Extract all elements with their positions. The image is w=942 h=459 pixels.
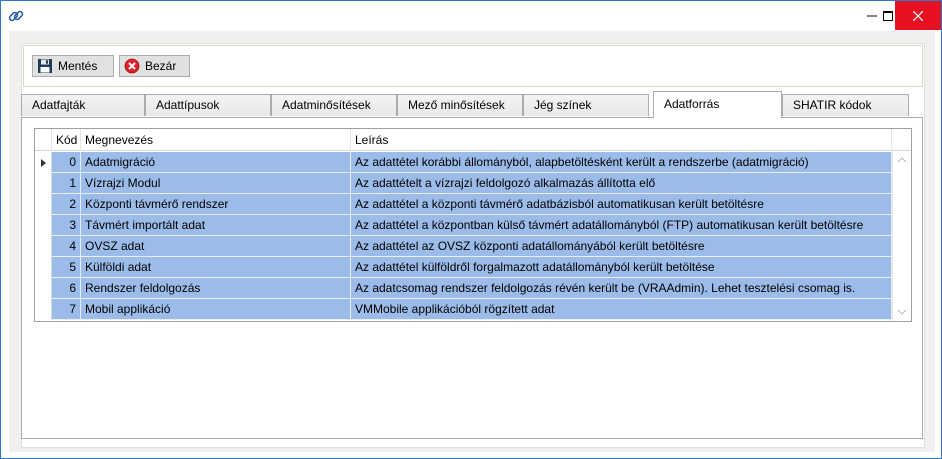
close-button[interactable]: Bezár	[119, 55, 190, 77]
cell-kod[interactable]: 5	[52, 257, 81, 278]
tab-adatminositesek[interactable]: Adatminősítések	[271, 94, 397, 116]
cell-megnevezes[interactable]: OVSZ adat	[81, 236, 351, 257]
cell-leiras[interactable]: VMMobile applikációból rögzített adat	[351, 299, 892, 320]
cell-megnevezes[interactable]: Távmért importált adat	[81, 215, 351, 236]
cell-megnevezes[interactable]: Adatmigráció	[81, 152, 351, 173]
cell-kod[interactable]: 0	[52, 152, 81, 173]
column-header-label: Leírás	[355, 133, 389, 147]
current-row-arrow-icon	[41, 159, 46, 167]
cell-leiras[interactable]: Az adattétel a központban külső távmért …	[351, 215, 892, 236]
table-row[interactable]: 4 OVSZ adat Az adattétel az OVSZ központ…	[35, 236, 911, 257]
tab-adatforras[interactable]: Adatforrás	[653, 91, 782, 118]
table-row[interactable]: 3 Távmért importált adat Az adattétel a …	[35, 215, 911, 236]
row-header-corner	[35, 129, 52, 151]
application-window: Mentés Bezár Adatfajták Adattípusok Adat…	[0, 0, 942, 459]
row-header[interactable]	[35, 257, 52, 278]
cell-megnevezes[interactable]: Külföldi adat	[81, 257, 351, 278]
cell-leiras[interactable]: Az adattétel korábbi állományból, alapbe…	[351, 152, 892, 173]
save-button[interactable]: Mentés	[32, 55, 114, 77]
column-header-leiras[interactable]: Leírás	[351, 129, 892, 151]
cell-leiras[interactable]: Az adattétel az OVSZ központi adatállomá…	[351, 236, 892, 257]
cell-leiras[interactable]: Az adattétel a központi távmérő adatbázi…	[351, 194, 892, 215]
cell-leiras[interactable]: Az adattételt a vízrajzi feldolgozó alka…	[351, 173, 892, 194]
table-row[interactable]: 5 Külföldi adat Az adattétel külföldről …	[35, 257, 911, 278]
red-cancel-icon	[124, 58, 140, 74]
cell-megnevezes[interactable]: Vízrajzi Modul	[81, 173, 351, 194]
row-header[interactable]	[35, 236, 52, 257]
client-area: Mentés Bezár Adatfajták Adattípusok Adat…	[9, 31, 935, 452]
tab-panel-adatforras: Kód Megnevezés Leírás 0 Adatmigráció Az …	[21, 117, 923, 439]
tab-adattipusok[interactable]: Adattípusok	[145, 94, 271, 116]
save-label: Mentés	[58, 59, 98, 73]
scroll-up-arrow-icon[interactable]	[897, 155, 907, 165]
data-grid[interactable]: Kód Megnevezés Leírás 0 Adatmigráció Az …	[34, 128, 912, 322]
row-header[interactable]	[35, 215, 52, 236]
tab-label: SHATIR kódok	[793, 98, 872, 112]
cell-kod[interactable]: 6	[52, 278, 81, 299]
title-bar[interactable]	[1, 1, 941, 31]
cell-kod[interactable]: 1	[52, 173, 81, 194]
cell-megnevezes[interactable]: Mobil applikáció	[81, 299, 351, 320]
cell-megnevezes[interactable]: Központi távmérő rendszer	[81, 194, 351, 215]
vertical-scrollbar[interactable]	[892, 151, 911, 321]
tab-jeg-szinek[interactable]: Jég színek	[523, 94, 649, 116]
tab-mezo-minositesek[interactable]: Mező minősítések	[397, 94, 523, 116]
tab-adatfajtak[interactable]: Adatfajták	[21, 94, 145, 116]
close-window-button[interactable]	[895, 1, 941, 30]
row-header[interactable]	[35, 299, 52, 320]
table-row[interactable]: 0 Adatmigráció Az adattétel korábbi állo…	[35, 152, 911, 173]
tab-label: Adatforrás	[664, 97, 720, 111]
cell-kod[interactable]: 4	[52, 236, 81, 257]
column-header-megnevezes[interactable]: Megnevezés	[81, 129, 351, 151]
row-header[interactable]	[35, 278, 52, 299]
row-header[interactable]	[35, 152, 52, 173]
link-chain-icon	[8, 10, 24, 22]
column-header-label: Kód	[56, 133, 78, 147]
tab-label: Mező minősítések	[408, 98, 505, 112]
scroll-down-arrow-icon[interactable]	[897, 307, 907, 317]
cell-leiras[interactable]: Az adatcsomag rendszer feldolgozás révén…	[351, 278, 892, 299]
tab-strip: Adatfajták Adattípusok Adatminősítések M…	[21, 91, 923, 118]
tab-label: Adattípusok	[156, 98, 220, 112]
cell-kod[interactable]: 2	[52, 194, 81, 215]
cell-leiras[interactable]: Az adattétel külföldről forgalmazott ada…	[351, 257, 892, 278]
floppy-disk-icon	[38, 59, 52, 73]
cell-megnevezes[interactable]: Rendszer feldolgozás	[81, 278, 351, 299]
tab-label: Adatfajták	[32, 98, 86, 112]
close-label: Bezár	[145, 59, 177, 73]
cell-kod[interactable]: 3	[52, 215, 81, 236]
row-header[interactable]	[35, 194, 52, 215]
tab-label: Jég színek	[534, 98, 592, 112]
table-row[interactable]: 6 Rendszer feldolgozás Az adatcsomag ren…	[35, 278, 911, 299]
table-row[interactable]: 1 Vízrajzi Modul Az adattételt a vízrajz…	[35, 173, 911, 194]
close-icon	[913, 10, 923, 21]
column-header-label: Megnevezés	[85, 133, 154, 147]
table-row[interactable]: 7 Mobil applikáció VMMobile applikációbó…	[35, 299, 911, 320]
grid-header: Kód Megnevezés Leírás	[35, 129, 911, 151]
row-header[interactable]	[35, 173, 52, 194]
maximize-icon	[883, 10, 893, 21]
cell-kod[interactable]: 7	[52, 299, 81, 320]
tab-shatir-kodok[interactable]: SHATIR kódok	[782, 94, 909, 116]
toolbar: Mentés Bezár	[23, 45, 923, 87]
tab-label: Adatminősítések	[282, 98, 371, 112]
column-header-kod[interactable]: Kód	[52, 129, 81, 151]
table-row[interactable]: 2 Központi távmérő rendszer Az adattétel…	[35, 194, 911, 215]
